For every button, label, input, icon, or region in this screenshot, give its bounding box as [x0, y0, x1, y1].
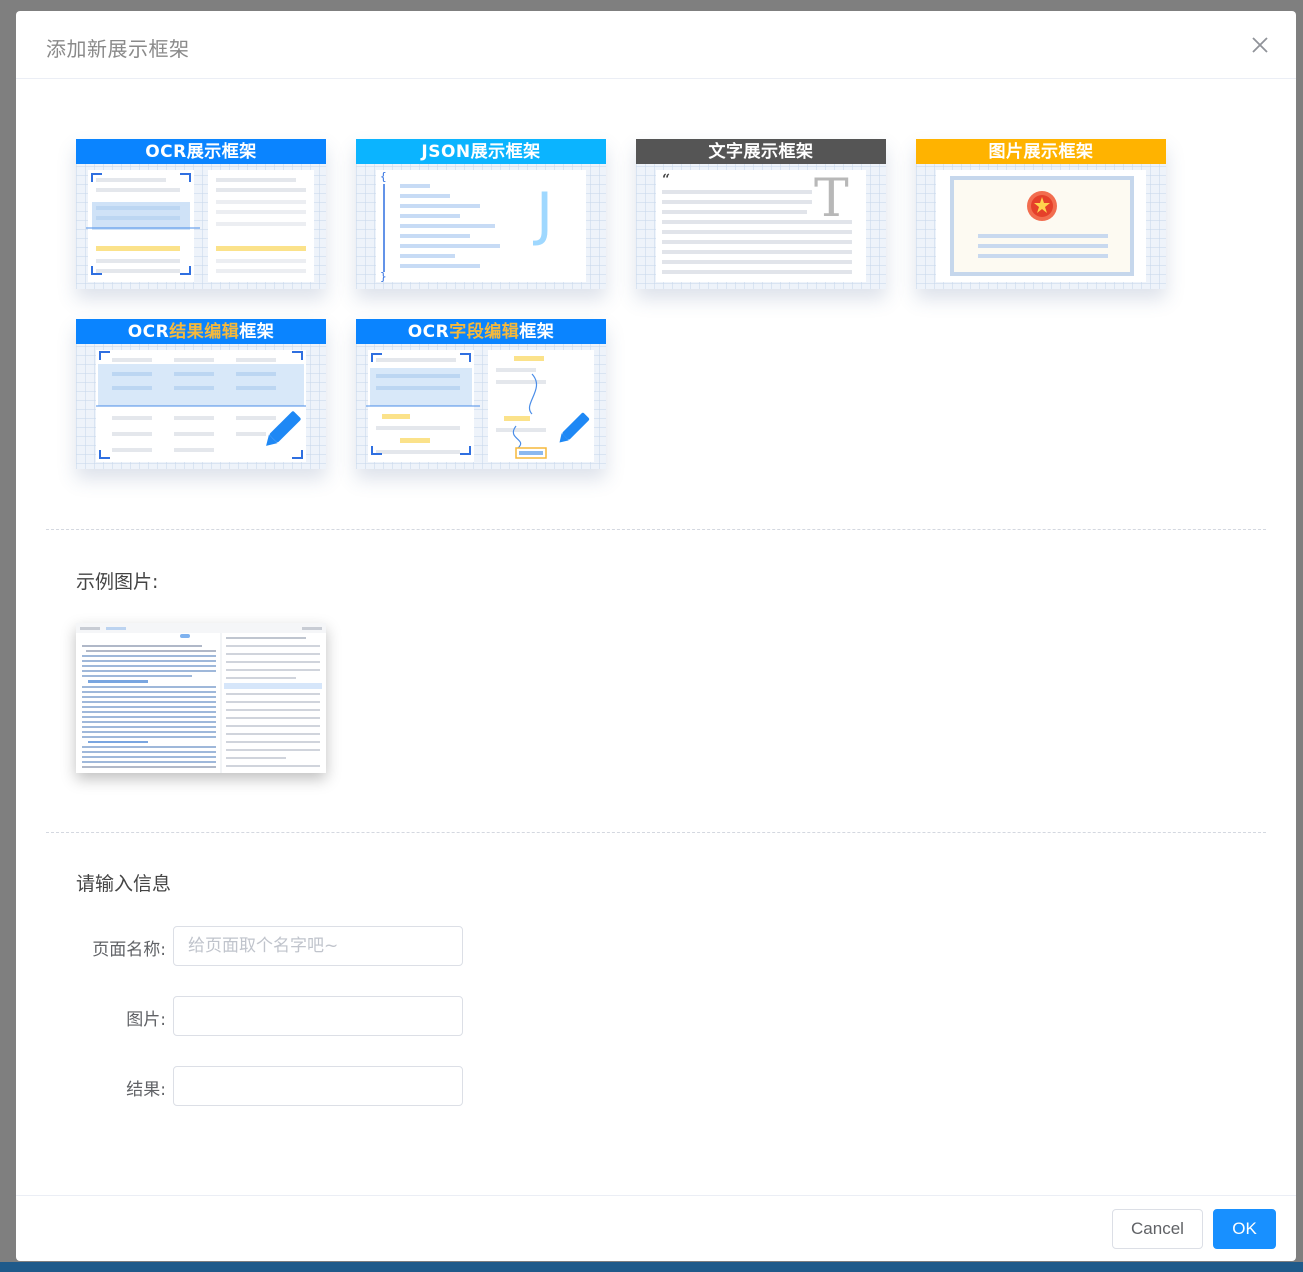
frame-card-title: OCR结果编辑框架	[76, 319, 326, 344]
frame-card-title: OCR展示框架	[76, 139, 326, 164]
frame-card-ocr-field-edit[interactable]: OCR字段编辑框架	[356, 319, 606, 469]
frame-preview-text: “ T	[636, 164, 886, 289]
form-section-title: 请输入信息	[76, 873, 172, 895]
form-row-page-name: 页面名称:	[76, 926, 476, 966]
frame-preview-ocr	[76, 164, 326, 289]
frame-card-title: 图片展示框架	[916, 139, 1166, 164]
sample-section-title: 示例图片:	[76, 571, 159, 593]
sample-image[interactable]	[76, 623, 326, 773]
frame-preview-ocr-field-edit	[356, 344, 606, 469]
svg-text:J: J	[533, 180, 553, 248]
frame-card-json[interactable]: JSON展示框架 { } J	[356, 139, 606, 289]
image-input[interactable]	[173, 996, 463, 1036]
background-strip	[0, 1262, 1303, 1272]
page-name-input[interactable]	[173, 926, 463, 966]
result-label: 结果:	[126, 1080, 166, 1100]
result-input[interactable]	[173, 1066, 463, 1106]
frame-card-title: JSON展示框架	[356, 139, 606, 164]
svg-text:“: “	[662, 172, 670, 188]
frame-preview-ocr-result-edit	[76, 344, 326, 469]
frame-card-title: 文字展示框架	[636, 139, 886, 164]
add-frame-dialog: 添加新展示框架 OCR展示框架 JSON展示框架 {} J 文字展示框架 “ …	[16, 11, 1296, 1261]
image-label: 图片:	[126, 1010, 166, 1030]
frame-preview-image	[916, 164, 1166, 289]
svg-text:{: {	[380, 170, 387, 183]
frame-preview-json: { } J	[356, 164, 606, 289]
frame-card-text[interactable]: 文字展示框架 “ T	[636, 139, 886, 289]
frame-options: OCR展示框架 JSON展示框架 {} J 文字展示框架 “ T 图片展示框架…	[76, 139, 1196, 479]
section-divider	[46, 832, 1266, 833]
frame-card-ocr[interactable]: OCR展示框架	[76, 139, 326, 289]
close-icon[interactable]	[1248, 33, 1272, 57]
section-divider	[46, 529, 1266, 530]
cancel-button[interactable]: Cancel	[1112, 1209, 1203, 1249]
dialog-header: 添加新展示框架	[16, 11, 1296, 79]
form-row-result: 结果:	[76, 1066, 476, 1106]
frame-card-image[interactable]: 图片展示框架	[916, 139, 1166, 289]
frame-card-title: OCR字段编辑框架	[356, 319, 606, 344]
svg-text:}: }	[380, 270, 387, 283]
dialog-title: 添加新展示框架	[46, 37, 190, 61]
page-name-label: 页面名称:	[92, 940, 166, 960]
ok-button[interactable]: OK	[1213, 1209, 1276, 1249]
frame-card-ocr-result-edit[interactable]: OCR结果编辑框架	[76, 319, 326, 469]
form-row-image: 图片:	[76, 996, 476, 1036]
dialog-footer: Cancel OK	[16, 1195, 1296, 1261]
